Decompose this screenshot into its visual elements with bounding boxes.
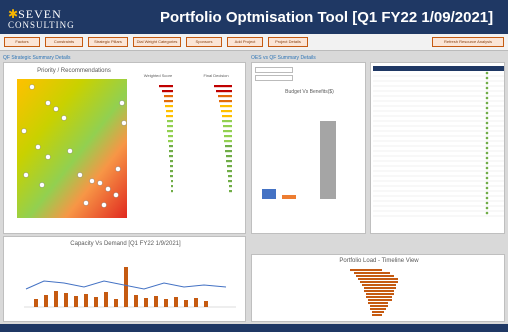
weighted-score-bars [159, 85, 173, 193]
timeline-bars [350, 269, 398, 316]
capacity-demand-chart [24, 267, 236, 308]
final-decision-bars [214, 85, 232, 193]
refresh-resource-analysis-button[interactable]: Refresh Resource Analysis [432, 37, 504, 47]
dial-weight-categories-button[interactable]: Dial Weight Categories [133, 37, 181, 47]
final-decision-title: Final Decision [203, 73, 229, 78]
app-title: Portfolio Optmisation Tool [Q1 FY22 1/09… [160, 9, 494, 26]
factors-button[interactable]: Factors [4, 37, 40, 47]
left-section-heading: QF Strategic Summary Details [3, 55, 71, 61]
project-details-button[interactable]: Project Details [268, 37, 308, 47]
budget-benefits-panel: Budget Vs Benefits($) [251, 62, 366, 234]
constraints-button[interactable]: Constraints [45, 37, 83, 47]
star-icon: ✱ [8, 7, 19, 21]
sponsors-button[interactable]: Sponsors [186, 37, 222, 47]
priority-scatter-chart [17, 79, 232, 218]
strategic-pillars-button[interactable]: Strategic Pillars [88, 37, 128, 47]
seven-consulting-logo: ✱SEVEN CONSULTING [8, 7, 75, 30]
capacity-demand-panel: Capacity Vs Demand [Q1 FY22 1/9/2021] [3, 236, 246, 322]
app-header: ✱SEVEN CONSULTING Portfolio Optmisation … [0, 0, 508, 34]
right-section-heading: OES vs QF Summary Details [251, 55, 316, 61]
logo-line-1: SEVEN [18, 7, 62, 21]
portfolio-timeline-panel: Portfolio Load - Timeline View [251, 254, 505, 322]
app-footer [0, 324, 508, 332]
project-table-panel [370, 62, 505, 234]
portfolio-timeline-chart [350, 269, 398, 316]
toolbar: Factors Constraints Strategic Pillars Di… [0, 34, 508, 51]
budget-benefits-chart [262, 121, 336, 199]
weighted-score-title: Weighted Score [143, 73, 173, 78]
project-table [373, 66, 504, 217]
strategic-summary-panel: Priority / Recommendations Weighted Scor… [3, 62, 246, 234]
heatmap-background [17, 79, 127, 218]
add-project-button[interactable]: Add Project [227, 37, 263, 47]
logo-line-2: CONSULTING [8, 20, 75, 30]
